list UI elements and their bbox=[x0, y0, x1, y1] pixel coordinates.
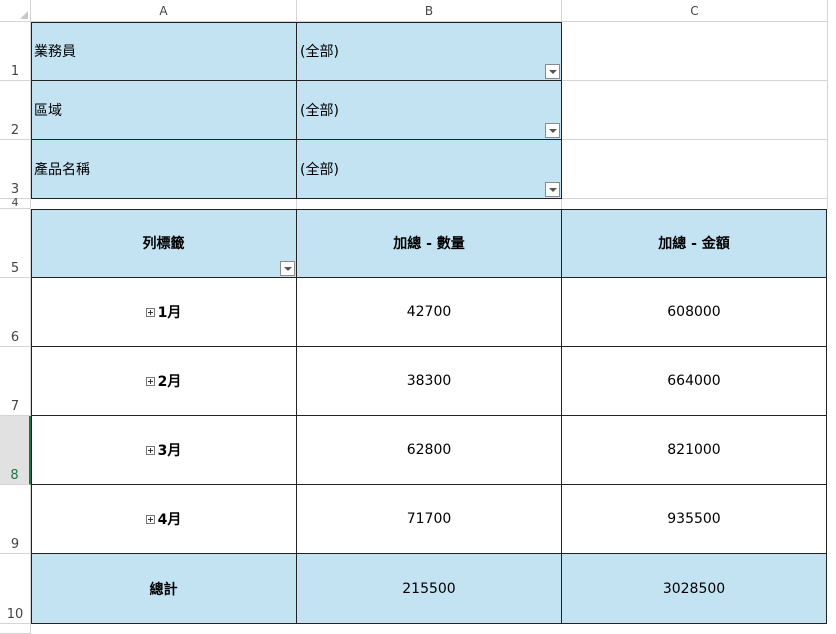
filter-outline-left bbox=[31, 22, 32, 199]
row-header-6[interactable]: 6 bbox=[0, 278, 31, 347]
row-header-9[interactable]: 9 bbox=[0, 485, 31, 554]
column-header-a[interactable]: A bbox=[31, 0, 297, 22]
filter-dropdown-button[interactable] bbox=[545, 64, 560, 79]
filter-value-salesperson[interactable]: (全部) bbox=[297, 22, 562, 81]
empty-cell[interactable] bbox=[562, 81, 828, 140]
empty-cell[interactable] bbox=[562, 199, 828, 209]
pivot-outline-left bbox=[31, 209, 32, 624]
filter-dropdown-button[interactable] bbox=[545, 182, 560, 197]
qty-value: 71700 bbox=[406, 511, 452, 527]
empty-cell[interactable] bbox=[562, 22, 828, 81]
row-header-7[interactable]: 7 bbox=[0, 347, 31, 416]
pivot-amount-cell[interactable]: 608000 bbox=[562, 278, 827, 347]
pivot-amount-cell[interactable]: 664000 bbox=[562, 347, 827, 416]
empty-cell[interactable] bbox=[31, 199, 297, 209]
pivot-header-text: 列標籤 bbox=[142, 236, 185, 252]
total-label-text: 總計 bbox=[149, 581, 178, 598]
row-header-8[interactable]: 8 bbox=[0, 416, 31, 485]
filter-outline-top bbox=[31, 22, 562, 23]
row-header-5[interactable]: 5 bbox=[0, 209, 31, 278]
amount-value: 608000 bbox=[667, 304, 721, 320]
pivot-outline-top bbox=[31, 209, 827, 210]
pivot-amount-cell[interactable]: 935500 bbox=[562, 485, 827, 554]
qty-value: 38300 bbox=[406, 373, 452, 389]
amount-value: 821000 bbox=[667, 442, 721, 458]
expand-icon[interactable] bbox=[145, 445, 155, 455]
row-labels-filter-button[interactable] bbox=[280, 261, 295, 276]
expand-icon[interactable] bbox=[145, 307, 155, 317]
expand-icon[interactable] bbox=[145, 514, 155, 524]
column-header-c[interactable]: C bbox=[562, 0, 828, 22]
pivot-row-label[interactable]: 4月 bbox=[31, 485, 297, 554]
month-label: 1月 bbox=[157, 305, 182, 321]
filter-label-text: 產品名稱 bbox=[34, 162, 90, 178]
select-all-corner[interactable] bbox=[0, 0, 31, 22]
pivot-qty-cell[interactable]: 38300 bbox=[297, 347, 562, 416]
month-label: 3月 bbox=[157, 443, 182, 459]
pivot-total-label[interactable]: 總計 bbox=[31, 554, 297, 624]
pivot-header-amount[interactable]: 加總 - 金額 bbox=[562, 209, 827, 278]
row-header-10[interactable]: 10 bbox=[0, 554, 31, 624]
pivot-total-qty[interactable]: 215500 bbox=[297, 554, 562, 624]
qty-value: 42700 bbox=[406, 304, 452, 320]
pivot-qty-cell[interactable]: 62800 bbox=[297, 416, 562, 485]
pivot-header-text: 加總 - 金額 bbox=[658, 236, 730, 252]
filter-label-salesperson[interactable]: 業務員 bbox=[31, 22, 297, 81]
qty-value: 62800 bbox=[406, 442, 452, 458]
pivot-header-qty[interactable]: 加總 - 數量 bbox=[297, 209, 562, 278]
filter-label-text: 業務員 bbox=[34, 44, 76, 60]
expand-icon[interactable] bbox=[145, 376, 155, 386]
filter-value-text: (全部) bbox=[300, 103, 339, 119]
pivot-qty-cell[interactable]: 71700 bbox=[297, 485, 562, 554]
empty-cell[interactable] bbox=[562, 140, 828, 199]
filter-label-region[interactable]: 區域 bbox=[31, 81, 297, 140]
pivot-header-text: 加總 - 數量 bbox=[393, 236, 465, 252]
amount-value: 935500 bbox=[667, 511, 721, 527]
pivot-header-row-labels[interactable]: 列標籤 bbox=[31, 209, 297, 278]
filter-value-region[interactable]: (全部) bbox=[297, 81, 562, 140]
row-header-1[interactable]: 1 bbox=[0, 22, 31, 81]
filter-label-text: 區域 bbox=[34, 103, 62, 119]
amount-value: 664000 bbox=[667, 373, 721, 389]
row-header-11[interactable] bbox=[0, 624, 31, 634]
total-amount-value: 3028500 bbox=[662, 580, 726, 597]
pivot-row-label[interactable]: 1月 bbox=[31, 278, 297, 347]
month-label: 2月 bbox=[157, 374, 182, 390]
month-label: 4月 bbox=[157, 512, 182, 528]
filter-value-text: (全部) bbox=[300, 44, 339, 60]
empty-cell[interactable] bbox=[297, 199, 562, 209]
row-header-4[interactable]: 4 bbox=[0, 197, 31, 209]
pivot-total-amount[interactable]: 3028500 bbox=[562, 554, 827, 624]
row-header-3[interactable]: 3 bbox=[0, 140, 31, 199]
filter-dropdown-button[interactable] bbox=[545, 123, 560, 138]
total-qty-value: 215500 bbox=[402, 580, 456, 597]
filter-value-product[interactable]: (全部) bbox=[297, 140, 562, 199]
column-header-b[interactable]: B bbox=[297, 0, 562, 22]
pivot-amount-cell[interactable]: 821000 bbox=[562, 416, 827, 485]
pivot-row-label[interactable]: 2月 bbox=[31, 347, 297, 416]
row-header-2[interactable]: 2 bbox=[0, 81, 31, 140]
filter-label-product[interactable]: 產品名稱 bbox=[31, 140, 297, 199]
pivot-row-label[interactable]: 3月 bbox=[31, 416, 297, 485]
pivot-qty-cell[interactable]: 42700 bbox=[297, 278, 562, 347]
filter-value-text: (全部) bbox=[300, 162, 339, 178]
